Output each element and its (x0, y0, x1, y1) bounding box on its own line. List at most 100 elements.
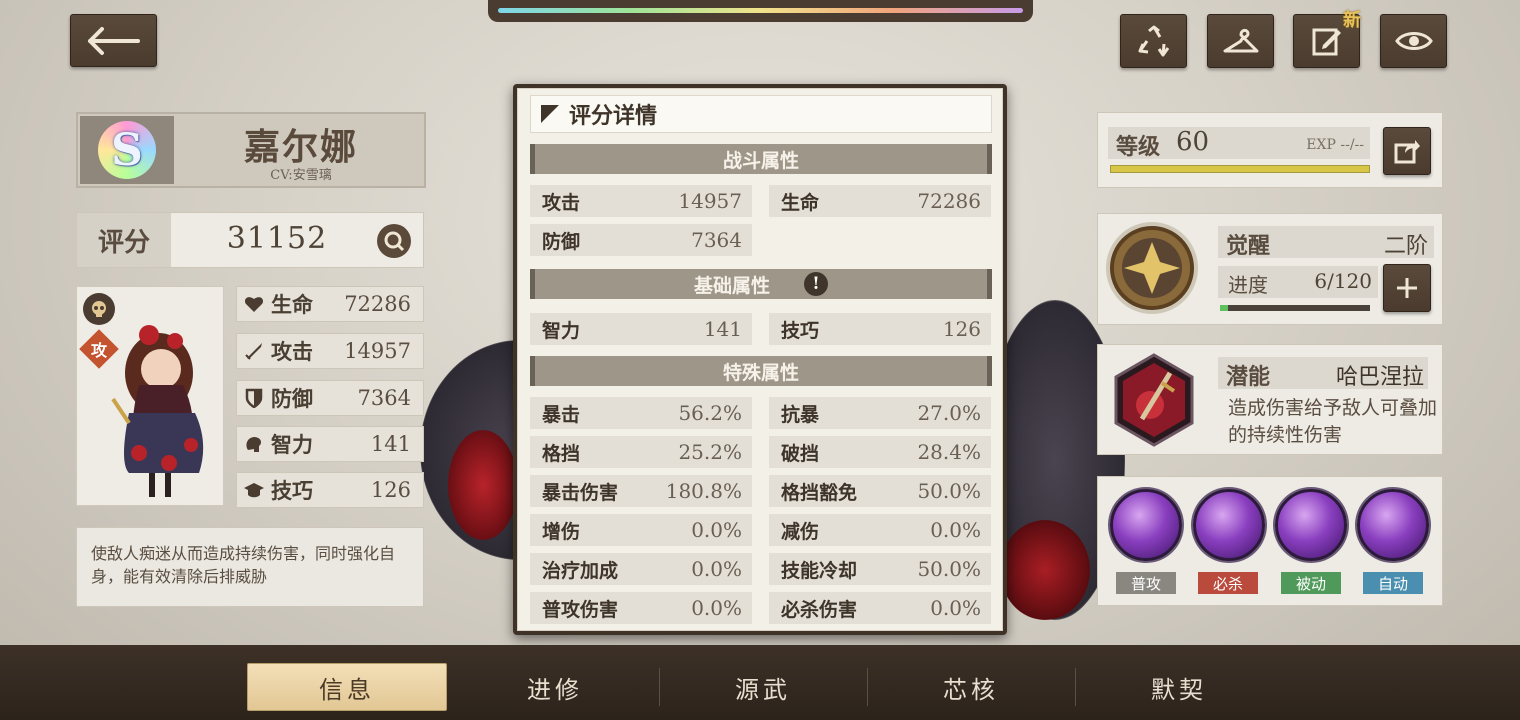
attr-cell: 减伤 0.0% (769, 514, 991, 546)
recycle-button[interactable] (1120, 14, 1187, 68)
top-decor-strip (488, 0, 1033, 22)
potential-label: 潜能 (1226, 364, 1271, 390)
exp-text: EXP --/-- (1306, 137, 1364, 153)
rank-badge: S (98, 121, 156, 179)
character-portrait[interactable]: 攻 (76, 286, 224, 506)
stat-row-attack: 攻击 14957 (236, 333, 424, 369)
character-name: 嘉尔娜 (243, 126, 358, 168)
back-button[interactable] (70, 14, 157, 67)
potential-dagger-icon[interactable] (1112, 353, 1196, 447)
tab-bond[interactable]: 默契 (1079, 663, 1279, 711)
skill-tag: 普攻 (1116, 572, 1176, 594)
attr-cell: 普攻伤害 0.0% (530, 592, 752, 624)
new-badge: 新 (1343, 10, 1361, 31)
potential-description: 造成伤害给予敌人可叠加的持续性伤害 (1228, 397, 1438, 446)
background-rose-left (448, 430, 518, 540)
tab-info[interactable]: 信息 (247, 663, 447, 711)
character-cv: CV:安雪璃 (270, 168, 332, 183)
attr-cell: 生命 72286 (769, 185, 991, 217)
attr-cell: 治疗加成 0.0% (530, 553, 752, 585)
skill-auto-icon[interactable] (1357, 489, 1429, 561)
share-button[interactable] (1383, 127, 1431, 175)
awakening-row: 觉醒 二阶 (1218, 226, 1434, 259)
stat-value: 14957 (344, 339, 411, 363)
attr-cell: 防御 7364 (530, 224, 752, 256)
hanger-icon (1223, 28, 1258, 53)
awakening-label: 觉醒 (1226, 233, 1271, 259)
skill-ultimate-icon[interactable] (1193, 489, 1265, 561)
section-header-special: 特殊属性 (530, 356, 992, 386)
stat-label: 防御 (271, 386, 313, 411)
tab-divider (659, 668, 660, 706)
tab-divider (867, 668, 868, 706)
attr-cell: 暴击伤害 180.8% (530, 475, 752, 507)
sword-icon (237, 334, 271, 368)
stat-label: 技巧 (271, 478, 313, 503)
graduation-cap-icon (237, 473, 271, 507)
skill-tag: 自动 (1363, 572, 1423, 594)
plus-icon (1397, 278, 1417, 298)
skill-passive-icon[interactable] (1275, 489, 1347, 561)
rainbow-bar (498, 8, 1023, 13)
skill-normal-attack-icon[interactable] (1110, 489, 1182, 561)
stat-value: 7364 (357, 386, 411, 410)
potential-name: 哈巴涅拉 (1335, 365, 1424, 390)
stat-row-hp: 生命 72286 (236, 286, 424, 322)
skills-card: 普攻 必杀 被动 自动 (1097, 476, 1443, 606)
attr-cell: 暴击 56.2% (530, 397, 752, 429)
progress-bar-fill (1220, 305, 1228, 311)
attr-cell: 增伤 0.0% (530, 514, 752, 546)
character-sprite (111, 325, 204, 497)
tab-divider (1075, 668, 1076, 706)
attr-cell: 破挡 28.4% (769, 436, 991, 468)
exp-bar (1110, 165, 1370, 173)
shield-icon (237, 381, 271, 415)
attr-cell: 格挡豁免 50.0% (769, 475, 991, 507)
tab-weapon[interactable]: 源武 (663, 663, 863, 711)
edit-icon (1312, 28, 1341, 56)
character-name-card: S 嘉尔娜 CV:安雪璃 (76, 112, 426, 188)
score-value: 31152 (226, 221, 328, 256)
level-value: 60 (1176, 127, 1210, 157)
level-label: 等级 (1116, 134, 1161, 160)
stat-row-skill: 技巧 126 (236, 472, 424, 508)
stat-row-intellect: 智力 141 (236, 426, 424, 462)
potential-card: 潜能 哈巴涅拉 造成伤害给予敌人可叠加的持续性伤害 (1097, 344, 1443, 455)
level-card: 等级 60 EXP --/-- (1097, 112, 1443, 188)
level-row: 等级 60 EXP --/-- (1108, 127, 1370, 160)
stat-value: 141 (370, 432, 411, 456)
attr-cell: 攻击 14957 (530, 185, 752, 217)
stat-row-defense: 防御 7364 (236, 380, 424, 416)
score-card: 评分 31152 (76, 212, 424, 268)
tab-core[interactable]: 芯核 (871, 663, 1071, 711)
eye-icon (1394, 32, 1433, 50)
brain-icon (237, 427, 271, 461)
score-detail-button[interactable] (377, 224, 411, 258)
section-header-combat: 战斗属性 (530, 144, 992, 174)
wardrobe-button[interactable] (1207, 14, 1274, 68)
tab-training[interactable]: 进修 (455, 663, 655, 711)
character-description: 使敌人痴迷从而造成持续伤害，同时强化自身，能有效清除后排威胁 (76, 527, 424, 607)
info-icon[interactable]: ! (804, 272, 828, 296)
attr-cell: 智力 141 (530, 313, 752, 345)
section-header-basic: 基础属性 ! (530, 269, 992, 299)
modal-title: 评分详情 (569, 103, 658, 129)
background-rose-right (1000, 520, 1090, 620)
rank-badge-box: S (80, 116, 174, 184)
progress-row: 进度 6/120 (1218, 266, 1378, 298)
awakening-emblem-icon (1106, 222, 1198, 314)
skill-tag: 被动 (1281, 572, 1341, 594)
stat-label: 生命 (271, 292, 313, 317)
modal-body: 评分详情 战斗属性 攻击 14957 生命 72286 防御 7364 基础属性 ! … (517, 88, 1003, 631)
attr-cell: 格挡 25.2% (530, 436, 752, 468)
heart-icon (237, 287, 271, 321)
attr-cell: 抗暴 27.0% (769, 397, 991, 429)
progress-label: 进度 (1228, 273, 1268, 297)
stat-value: 126 (370, 478, 411, 502)
awakening-plus-button[interactable] (1383, 264, 1431, 312)
corner-triangle-icon (541, 105, 559, 123)
modal-title-bar: 评分详情 (530, 95, 992, 133)
magnifier-icon (384, 231, 405, 252)
score-label: 评分 (77, 213, 171, 267)
view-button[interactable] (1380, 14, 1447, 68)
